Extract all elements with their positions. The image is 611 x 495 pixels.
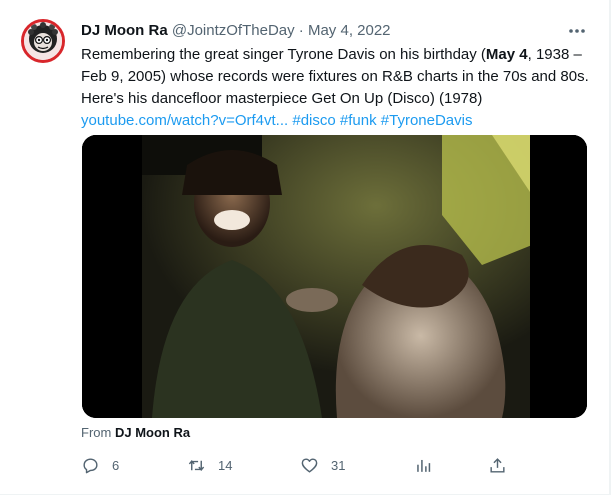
video-thumbnail[interactable] bbox=[82, 135, 587, 418]
retweet-icon bbox=[188, 459, 205, 471]
more-horizontal-icon[interactable] bbox=[565, 20, 589, 42]
retweet-count: 14 bbox=[218, 457, 233, 473]
from-prefix: From bbox=[81, 425, 112, 440]
tweet-text-part1: Remembering the great singer Tyrone Davi… bbox=[81, 46, 486, 63]
avatar[interactable] bbox=[21, 19, 65, 63]
retweet-button[interactable]: 14 bbox=[187, 452, 232, 478]
hashtag-disco[interactable]: #disco bbox=[292, 112, 335, 129]
from-attribution: From DJ Moon Ra bbox=[81, 424, 190, 442]
reply-button[interactable]: 6 bbox=[81, 452, 119, 478]
hashtag-tyronedavis[interactable]: #TyroneDavis bbox=[381, 112, 473, 129]
video-frame-image bbox=[82, 135, 587, 418]
tweet-header: DJ Moon Ra @JointzOfTheDay · May 4, 2022 bbox=[81, 20, 591, 42]
tweet-text-bold-date: May 4 bbox=[485, 46, 528, 63]
author-handle[interactable]: @JointzOfTheDay bbox=[172, 22, 295, 39]
analytics-icon bbox=[417, 459, 431, 472]
hashtag-funk[interactable]: #funk bbox=[340, 112, 377, 129]
tweet-actions: 6 14 31 bbox=[81, 452, 511, 478]
youtube-link[interactable]: youtube.com/watch?v=Orf4vt... bbox=[81, 112, 288, 129]
like-button[interactable]: 31 bbox=[300, 452, 345, 478]
share-icon bbox=[490, 457, 505, 473]
share-button[interactable] bbox=[488, 452, 507, 478]
reply-icon bbox=[83, 457, 98, 473]
separator-dot: · bbox=[298, 22, 304, 39]
from-author[interactable]: DJ Moon Ra bbox=[115, 425, 190, 440]
like-count: 31 bbox=[331, 457, 346, 473]
tweet-text: Remembering the great singer Tyrone Davi… bbox=[81, 44, 591, 132]
heart-icon bbox=[301, 457, 318, 473]
tweet-date[interactable]: May 4, 2022 bbox=[308, 22, 391, 39]
reply-count: 6 bbox=[112, 457, 120, 473]
views-button[interactable] bbox=[414, 452, 433, 478]
avatar-illustration bbox=[24, 22, 62, 60]
author-name[interactable]: DJ Moon Ra bbox=[81, 22, 168, 39]
